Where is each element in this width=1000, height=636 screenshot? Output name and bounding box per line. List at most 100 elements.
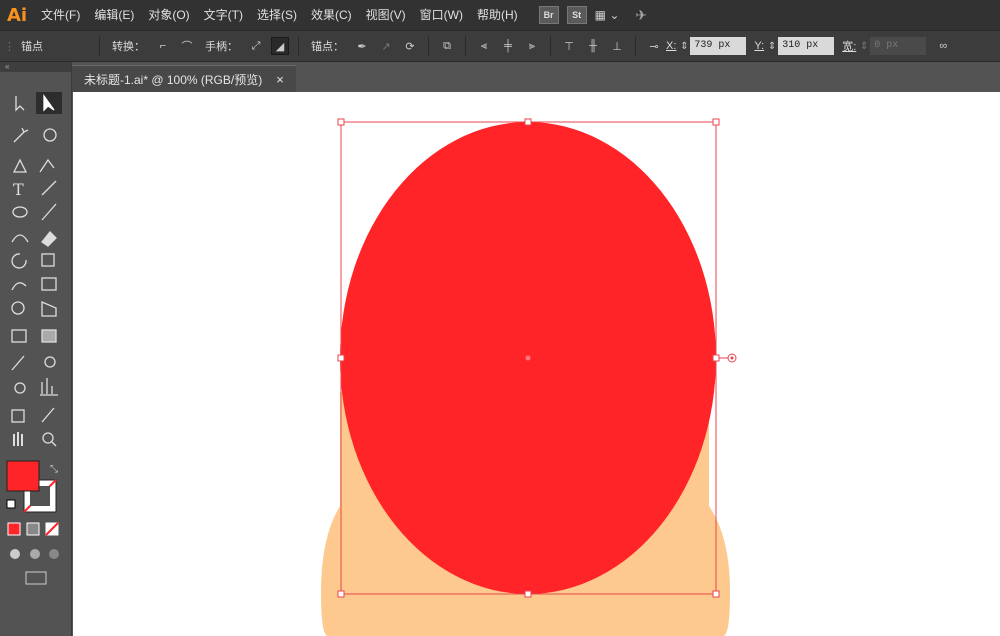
menu-file[interactable]: 文件(F) (34, 0, 87, 30)
x-stepper-icon[interactable]: ⇕ (678, 37, 690, 55)
eraser-tool-icon (41, 231, 57, 247)
zoom-tool-icon (42, 432, 54, 444)
w-stepper-icon[interactable]: ⇕ (858, 37, 870, 55)
cut-path-icon[interactable]: ⟳ (401, 37, 419, 55)
magic-wand-tool-icon (13, 127, 29, 143)
scale-tool-icon (41, 253, 55, 267)
divider (465, 36, 466, 56)
mesh-tool-icon (11, 329, 27, 343)
isolate-icon[interactable]: ⧉ (438, 37, 456, 55)
divider (635, 36, 636, 56)
divider (550, 36, 551, 56)
color-mode-icon (7, 522, 21, 536)
hide-handles-icon[interactable]: ◢ (271, 37, 289, 55)
divider (298, 36, 299, 56)
menu-select[interactable]: 选择(S) (250, 0, 304, 30)
remove-anchor-icon[interactable]: ✒ (353, 37, 371, 55)
selection-tool-icon (15, 96, 25, 112)
shaper-tool-icon (11, 234, 29, 243)
align-left-icon[interactable]: ⫷ (475, 37, 493, 55)
convert-label: 转换： (112, 41, 145, 53)
draw-normal-icon (10, 549, 20, 559)
artboard-tool-icon (11, 409, 25, 423)
perspective-grid-tool-icon (41, 301, 57, 317)
document-tab-row: 未标题-1.ai* @ 100% (RGB/预览) × (72, 62, 1000, 92)
connect-endpoints-icon[interactable]: ↗ (377, 37, 395, 55)
pen-tool-icon (12, 158, 28, 173)
paintbrush-tool-icon (41, 203, 57, 221)
stock-button[interactable]: St (566, 6, 587, 24)
mode-label: 锚点 (21, 41, 43, 53)
menu-window[interactable]: 窗口(W) (413, 0, 470, 30)
curvature-tool-icon (39, 158, 55, 173)
divider (99, 36, 100, 56)
document-tab[interactable]: 未标题-1.ai* @ 100% (RGB/预览) × (72, 65, 296, 92)
swap-colors-icon: ⤡ (50, 464, 58, 475)
column-graph-tool-icon (40, 378, 58, 396)
gpu-performance-icon[interactable]: ✈ (635, 7, 647, 24)
handle-middle-left (337, 354, 345, 362)
handle-bottom-center (524, 590, 532, 598)
free-transform-tool-icon (41, 277, 57, 291)
handle-top-right (712, 118, 720, 126)
ellipse-tool-icon (12, 206, 28, 218)
artwork (321, 118, 737, 636)
menu-object[interactable]: 对象(O) (141, 0, 196, 30)
y-label: Y: (754, 40, 765, 52)
warp-tool-icon (11, 282, 27, 291)
workspace-layout-icon[interactable]: ▦ ⌄ (595, 8, 620, 22)
align-top-icon[interactable]: ⊤ (560, 37, 578, 55)
anchors-label: 锚点： (311, 41, 344, 53)
gradient-mode-icon (26, 522, 40, 536)
w-field[interactable]: 0 px (870, 37, 927, 55)
shape-builder-tool-icon (11, 301, 25, 315)
slice-tool-icon (41, 407, 55, 423)
rotate-tool-icon (11, 253, 27, 269)
draw-inside-icon (49, 549, 59, 559)
draw-behind-icon (30, 549, 40, 559)
y-stepper-icon[interactable]: ⇕ (766, 37, 778, 55)
symbol-sprayer-tool-icon (14, 382, 26, 394)
eyedropper-tool-icon (11, 355, 25, 371)
screen-mode-icon (25, 571, 47, 585)
x-label: X: (666, 40, 677, 52)
menu-edit[interactable]: 编辑(E) (87, 0, 141, 30)
handle-top-left (337, 118, 345, 126)
menu-type[interactable]: 文字(T) (197, 0, 250, 30)
tools-panel: « T ⤡ (0, 62, 72, 636)
menu-help[interactable]: 帮助(H) (470, 0, 525, 30)
divider (428, 36, 429, 56)
bridge-button[interactable]: Br (538, 6, 559, 24)
document-tab-title: 未标题-1.ai* @ 100% (RGB/预览) (84, 72, 263, 87)
handles-label: 手柄： (205, 41, 238, 53)
hand-tool-icon (13, 432, 23, 446)
fill-swatch-icon (6, 460, 40, 492)
blend-tool-icon (44, 356, 56, 368)
menu-bar: Ai 文件(F) 编辑(E) 对象(O) 文字(T) 选择(S) 效果(C) 视… (0, 0, 1000, 30)
grip-icon: ⋮ (4, 40, 15, 53)
align-hcenter-icon[interactable]: ╪ (499, 37, 517, 55)
handle-top-center (524, 118, 532, 126)
menu-effect[interactable]: 效果(C) (304, 0, 359, 30)
align-right-icon[interactable]: ⫸ (523, 37, 541, 55)
collapse-icon[interactable]: « (0, 62, 71, 72)
convert-to-smooth-icon[interactable]: ⌒ (178, 37, 196, 55)
menu-view[interactable]: 视图(V) (359, 0, 413, 30)
align-vcenter-icon[interactable]: ╫ (584, 37, 602, 55)
lasso-tool-icon (43, 128, 57, 142)
w-label: 宽: (842, 41, 857, 53)
control-bar: ⋮ 锚点 转换： ⌐ ⌒ 手柄： ⤢ ◢ 锚点： ✒ ↗ ⟳ ⧉ ⫷ ╪ ⫸ ⊤… (0, 30, 1000, 62)
type-tool-icon: T (13, 180, 24, 199)
y-field[interactable]: 310 px (778, 37, 835, 55)
artboard-canvas[interactable] (73, 92, 1000, 636)
center-point (525, 355, 531, 361)
align-bottom-icon[interactable]: ⊥ (608, 37, 626, 55)
convert-to-corner-icon[interactable]: ⌐ (154, 37, 172, 55)
reference-point-icon[interactable]: ⊸ (645, 37, 663, 55)
handle-middle-right (712, 354, 720, 362)
link-icon[interactable]: ∞ (934, 37, 952, 55)
x-field[interactable]: 739 px (690, 37, 747, 55)
gradient-tool-icon (41, 329, 57, 343)
show-handles-icon[interactable]: ⤢ (247, 37, 265, 55)
close-icon[interactable]: × (276, 72, 284, 87)
